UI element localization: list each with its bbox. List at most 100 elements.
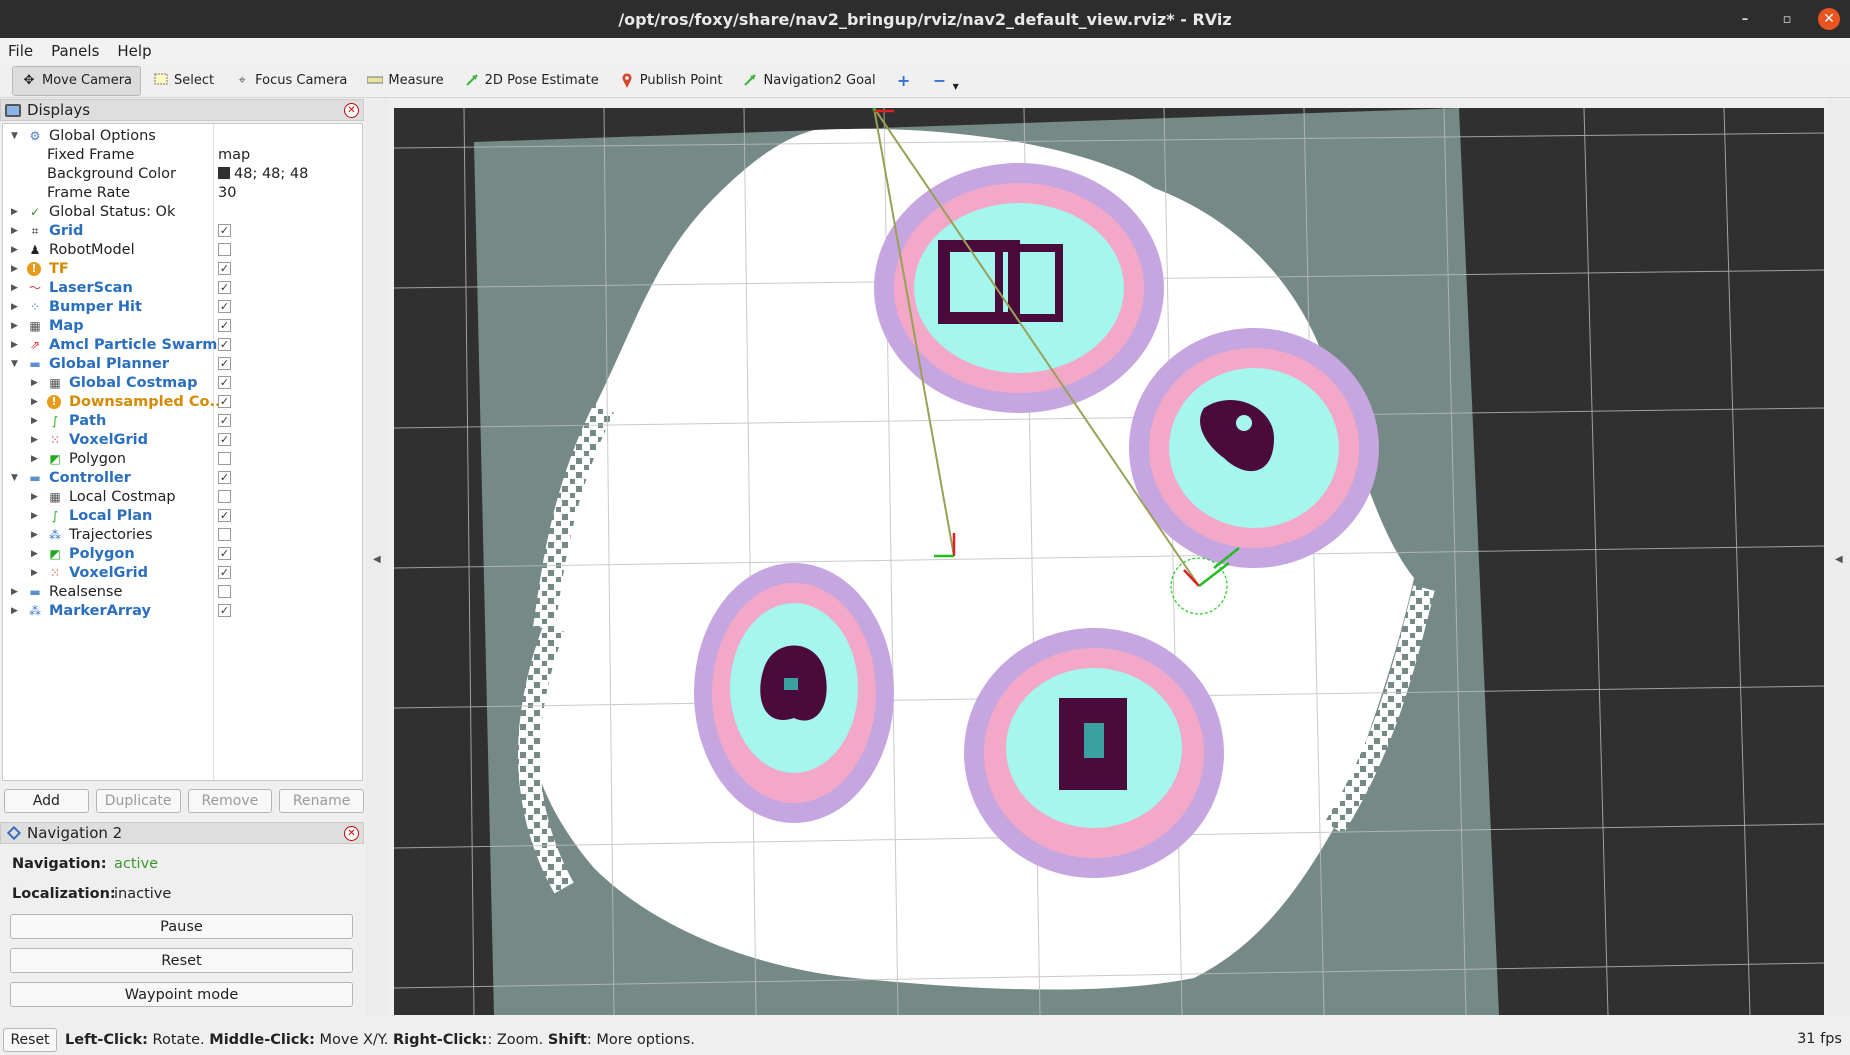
display-item[interactable]: ▶ ∫ Local Plan ✓ bbox=[3, 506, 362, 525]
rename-button[interactable]: Rename bbox=[279, 789, 364, 813]
enable-checkbox[interactable]: ✓ bbox=[218, 281, 231, 294]
reset-nav-button[interactable]: Reset bbox=[10, 948, 353, 973]
display-item[interactable]: ▼ ▬ Controller ✓ bbox=[3, 468, 362, 487]
expand-arrow-icon[interactable]: ▶ bbox=[11, 245, 21, 255]
left-collapse-handle[interactable]: ◀ bbox=[366, 99, 388, 1016]
display-item[interactable]: ▶ ◩ Polygon bbox=[3, 449, 362, 468]
add-button[interactable]: Add bbox=[4, 789, 89, 813]
enable-checkbox[interactable]: ✓ bbox=[218, 395, 231, 408]
display-item[interactable]: ▶ ▦ Local Costmap bbox=[3, 487, 362, 506]
right-collapse-handle[interactable]: ◀ bbox=[1828, 99, 1850, 1016]
expand-arrow-icon[interactable]: ▶ bbox=[11, 264, 21, 274]
enable-checkbox[interactable] bbox=[218, 528, 231, 541]
enable-checkbox[interactable] bbox=[218, 585, 231, 598]
expand-arrow-icon[interactable]: ▶ bbox=[11, 587, 21, 597]
expand-arrow-icon[interactable]: ▶ bbox=[31, 530, 41, 540]
nav-goal-tool[interactable]: Navigation2 Goal bbox=[734, 66, 883, 96]
remove-button[interactable]: Remove bbox=[187, 789, 273, 813]
enable-checkbox[interactable]: ✓ bbox=[218, 300, 231, 313]
menu-panels[interactable]: Panels bbox=[51, 42, 99, 60]
reset-view-button[interactable]: Reset bbox=[3, 1028, 57, 1052]
display-item[interactable]: ▼ ▬ Global Planner ✓ bbox=[3, 354, 362, 373]
pause-button[interactable]: Pause bbox=[10, 914, 353, 939]
enable-checkbox[interactable]: ✓ bbox=[218, 509, 231, 522]
select-tool[interactable]: Select bbox=[145, 66, 222, 96]
enable-checkbox[interactable]: ✓ bbox=[218, 224, 231, 237]
maximize-icon[interactable]: ▫ bbox=[1776, 8, 1798, 30]
enable-checkbox[interactable]: ✓ bbox=[218, 414, 231, 427]
display-item[interactable]: ▶! TF ✓ bbox=[3, 259, 362, 278]
enable-checkbox[interactable] bbox=[218, 490, 231, 503]
display-item[interactable]: ▶ ◩ Polygon ✓ bbox=[3, 544, 362, 563]
expand-arrow-icon[interactable]: ▶ bbox=[11, 340, 21, 350]
tree-row-background-color[interactable]: Background Color 48; 48; 48 bbox=[3, 164, 362, 183]
menu-help[interactable]: Help bbox=[117, 42, 151, 60]
expand-arrow-icon[interactable]: ▶ bbox=[11, 606, 21, 616]
display-item[interactable]: ▶ ∫ Path ✓ bbox=[3, 411, 362, 430]
expand-arrow-icon[interactable]: ▶ bbox=[31, 549, 41, 559]
display-item[interactable]: ▶ ▬ Realsense bbox=[3, 582, 362, 601]
expand-arrow-icon[interactable]: ▶ bbox=[31, 492, 41, 502]
minimize-icon[interactable]: – bbox=[1734, 8, 1756, 30]
navigation2-close-icon[interactable]: ✕ bbox=[344, 826, 359, 841]
display-item[interactable]: ▶ ⁂ Trajectories bbox=[3, 525, 362, 544]
enable-checkbox[interactable]: ✓ bbox=[218, 547, 231, 560]
display-item[interactable]: ▶ ⁂ MarkerArray ✓ bbox=[3, 601, 362, 620]
enable-checkbox[interactable]: ✓ bbox=[218, 357, 231, 370]
measure-tool[interactable]: Measure bbox=[359, 66, 451, 96]
display-item[interactable]: ▶ 〜 LaserScan ✓ bbox=[3, 278, 362, 297]
display-item[interactable]: ▶ ⁘ Bumper Hit ✓ bbox=[3, 297, 362, 316]
enable-checkbox[interactable]: ✓ bbox=[218, 471, 231, 484]
display-item[interactable]: ▶ ⇗ Amcl Particle Swarm ✓ bbox=[3, 335, 362, 354]
enable-checkbox[interactable]: ✓ bbox=[218, 566, 231, 579]
expand-arrow-icon[interactable]: ▶ bbox=[31, 416, 41, 426]
move-camera-tool[interactable]: ✥ Move Camera bbox=[12, 65, 142, 96]
enable-checkbox[interactable]: ✓ bbox=[218, 338, 231, 351]
enable-checkbox[interactable]: ✓ bbox=[218, 376, 231, 389]
expand-arrow-icon[interactable]: ▶ bbox=[31, 397, 41, 407]
expand-arrow-icon[interactable]: ▶ bbox=[11, 302, 21, 312]
tree-row-fixed-frame[interactable]: Fixed Frame map bbox=[3, 145, 362, 164]
focus-camera-tool[interactable]: ⌖ Focus Camera bbox=[226, 66, 355, 96]
tree-row-global-options[interactable]: ▼ ⚙ Global Options bbox=[3, 126, 362, 145]
tree-row-frame-rate[interactable]: Frame Rate 30 bbox=[3, 183, 362, 202]
markers-icon: ⁂ bbox=[49, 527, 61, 542]
display-item[interactable]: ▶ ♟ RobotModel bbox=[3, 240, 362, 259]
expand-arrow-icon[interactable]: ▶ bbox=[11, 283, 21, 293]
tree-row-global-status[interactable]: ▶ ✓ Global Status: Ok bbox=[3, 202, 362, 221]
display-item[interactable]: ▶ ⁙ VoxelGrid ✓ bbox=[3, 430, 362, 449]
render-viewport[interactable] bbox=[394, 108, 1824, 1015]
close-icon[interactable]: ✕ bbox=[1818, 8, 1840, 30]
enable-checkbox[interactable]: ✓ bbox=[218, 433, 231, 446]
expand-arrow-icon[interactable]: ▶ bbox=[31, 511, 41, 521]
expand-arrow-icon[interactable]: ▼ bbox=[11, 359, 21, 369]
expand-arrow-icon[interactable]: ▶ bbox=[31, 435, 41, 445]
expand-arrow-icon[interactable]: ▶ bbox=[31, 568, 41, 578]
menu-file[interactable]: File bbox=[8, 42, 33, 60]
expand-arrow-icon[interactable]: ▶ bbox=[11, 207, 21, 217]
expand-arrow-icon[interactable]: ▶ bbox=[31, 378, 41, 388]
dropdown-arrow-icon[interactable]: ▼ bbox=[953, 82, 959, 91]
expand-arrow-icon[interactable]: ▼ bbox=[11, 131, 21, 141]
expand-arrow-icon[interactable]: ▶ bbox=[11, 321, 21, 331]
publish-point-tool[interactable]: Publish Point bbox=[611, 66, 731, 96]
enable-checkbox[interactable]: ✓ bbox=[218, 319, 231, 332]
remove-tool-button[interactable]: − ▼ bbox=[924, 66, 967, 96]
display-item[interactable]: ▶ ▦ Global Costmap ✓ bbox=[3, 373, 362, 392]
expand-arrow-icon[interactable]: ▼ bbox=[11, 473, 21, 483]
display-item[interactable]: ▶ ▦ Map ✓ bbox=[3, 316, 362, 335]
duplicate-button[interactable]: Duplicate bbox=[95, 789, 181, 813]
display-item[interactable]: ▶ ⁙ VoxelGrid ✓ bbox=[3, 563, 362, 582]
pose-estimate-tool[interactable]: 2D Pose Estimate bbox=[456, 66, 607, 96]
display-item[interactable]: ▶! Downsampled Co... ✓ bbox=[3, 392, 362, 411]
enable-checkbox[interactable] bbox=[218, 243, 231, 256]
expand-arrow-icon[interactable]: ▶ bbox=[31, 454, 41, 464]
displays-close-icon[interactable]: ✕ bbox=[344, 103, 359, 118]
enable-checkbox[interactable]: ✓ bbox=[218, 262, 231, 275]
add-tool-button[interactable]: + bbox=[888, 66, 920, 96]
waypoint-mode-button[interactable]: Waypoint mode bbox=[10, 982, 353, 1007]
display-item[interactable]: ▶ ⌗ Grid ✓ bbox=[3, 221, 362, 240]
expand-arrow-icon[interactable]: ▶ bbox=[11, 226, 21, 236]
enable-checkbox[interactable] bbox=[218, 452, 231, 465]
enable-checkbox[interactable]: ✓ bbox=[218, 604, 231, 617]
